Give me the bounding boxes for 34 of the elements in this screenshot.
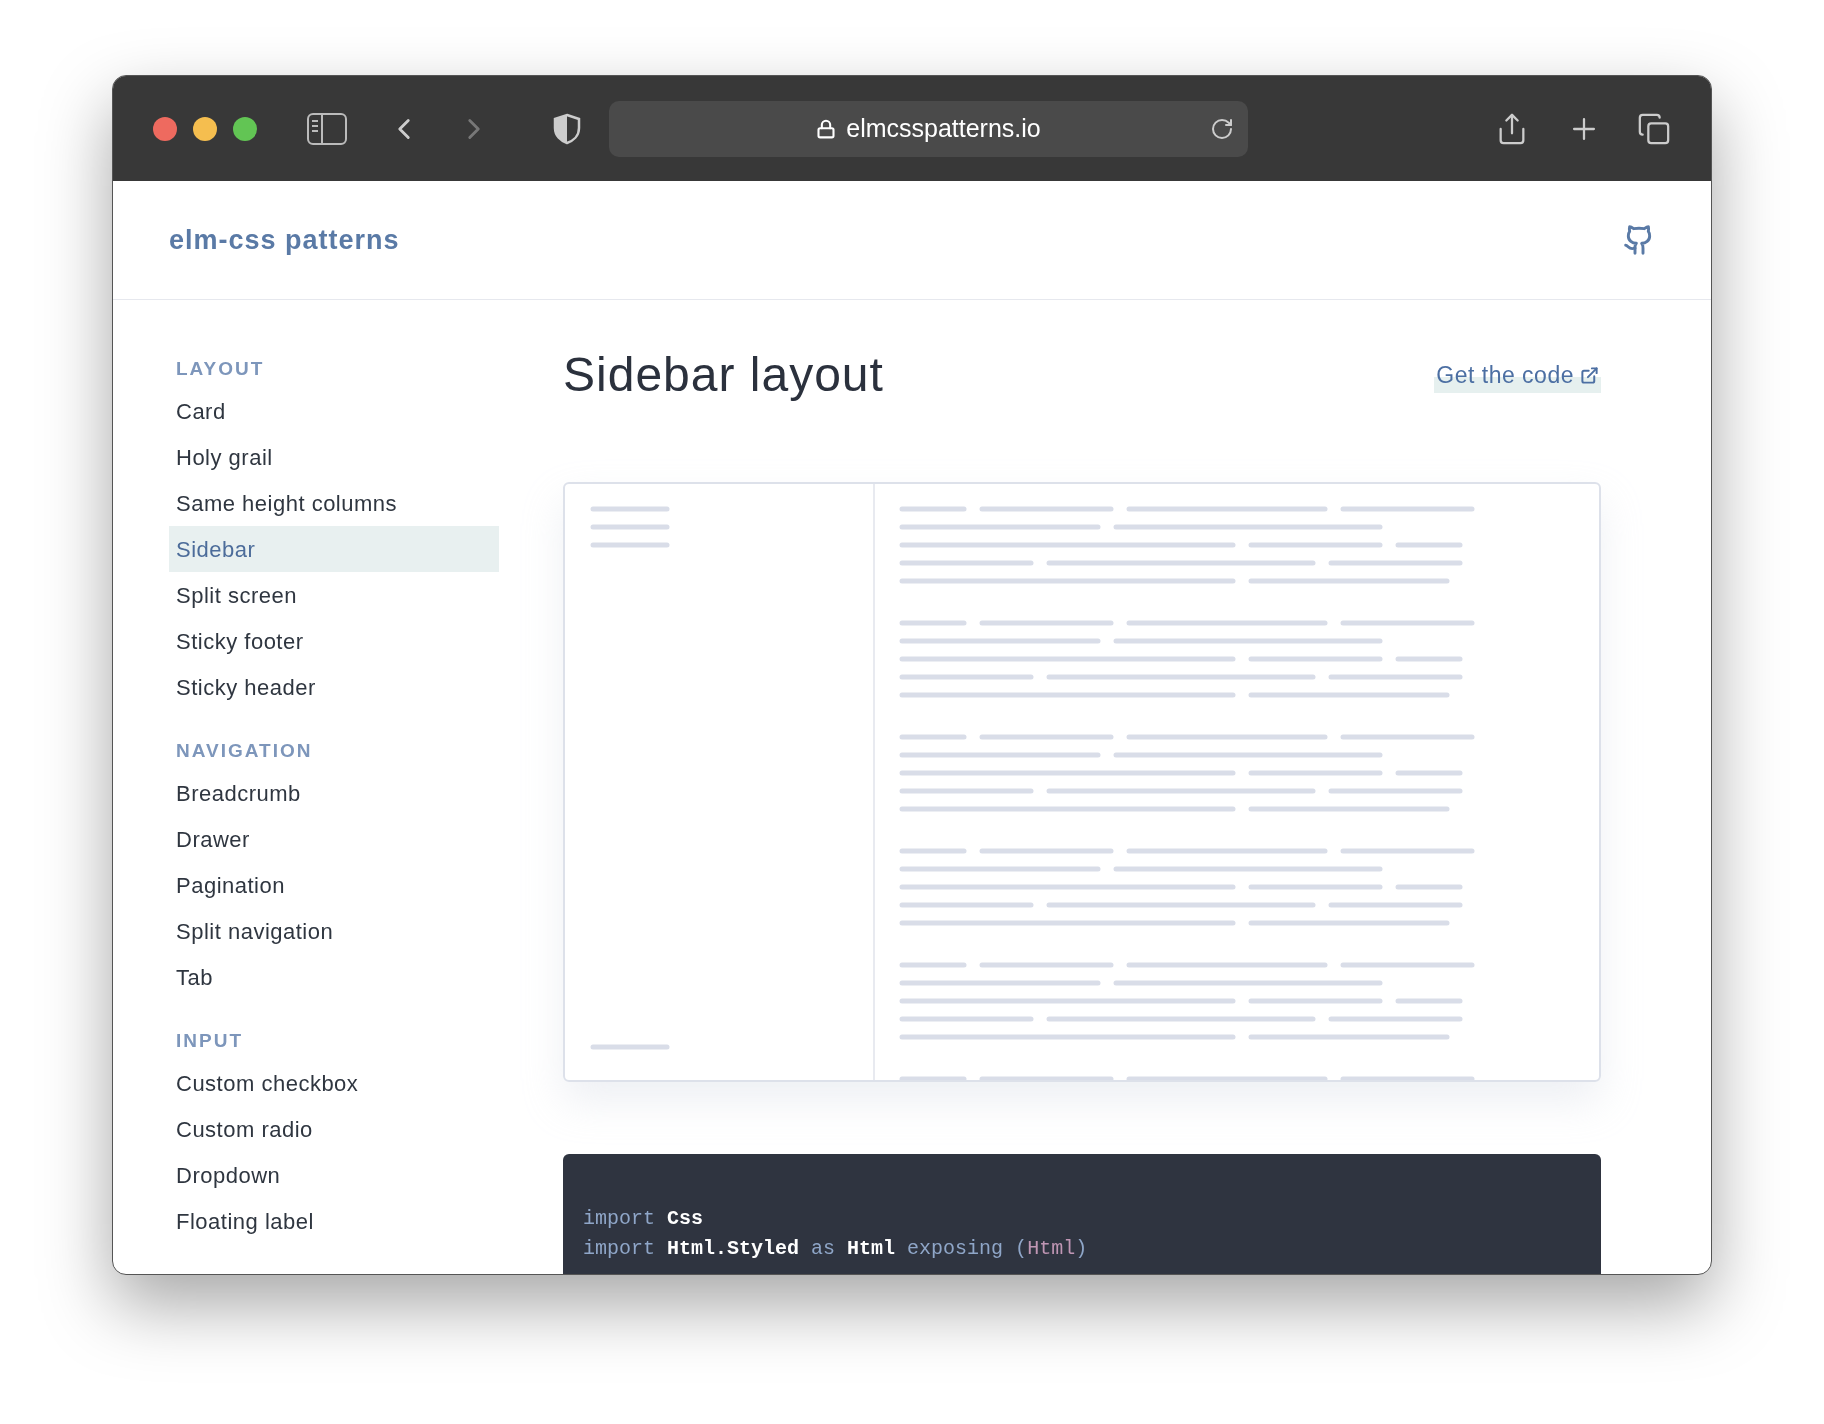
page-title: Sidebar layout xyxy=(563,347,884,403)
sidebar-item[interactable]: Sticky footer xyxy=(169,618,499,664)
sidebar-item[interactable]: Drawer xyxy=(169,816,499,862)
sidebar-item[interactable]: Breadcrumb xyxy=(169,770,499,816)
close-window-button[interactable] xyxy=(153,116,177,141)
lock-icon xyxy=(816,118,837,139)
section-heading: NAVIGATION xyxy=(175,739,314,763)
sidebar-item[interactable]: Dropdown xyxy=(169,1152,499,1198)
shield-icon[interactable] xyxy=(553,112,581,145)
tabs-overview-icon[interactable] xyxy=(1637,111,1671,146)
address-bar[interactable]: elmcsspatterns.io xyxy=(609,100,1248,157)
reload-icon[interactable] xyxy=(1210,116,1234,141)
site-title[interactable]: elm-css patterns xyxy=(169,219,400,261)
code-line: import Css xyxy=(583,1206,705,1232)
sidebar-item[interactable]: Sidebar xyxy=(169,526,499,572)
sidebar-item[interactable]: Custom checkbox xyxy=(169,1060,499,1106)
code-line: import Html.Styled as Html exposing (Html) xyxy=(583,1236,1089,1262)
section-heading: INPUT xyxy=(175,1029,244,1053)
section-heading: LAYOUT xyxy=(175,357,266,381)
sidebar-item[interactable]: Same height columns xyxy=(169,480,499,526)
minimize-window-button[interactable] xyxy=(193,116,217,141)
sidebar-item[interactable]: Tab xyxy=(169,954,499,1000)
sidebar-item[interactable]: Card xyxy=(169,388,499,434)
sidebar-toggle-icon[interactable] xyxy=(307,112,347,145)
sidebar-item[interactable]: Holy grail xyxy=(169,434,499,480)
sidebar-item[interactable]: Custom radio xyxy=(169,1106,499,1152)
sidebar-item[interactable]: Split navigation xyxy=(169,908,499,954)
external-link-icon xyxy=(1580,365,1599,385)
sidebar-item[interactable]: Pagination xyxy=(169,862,499,908)
sidebar-item[interactable]: Floating label xyxy=(169,1198,499,1244)
sidebar-item[interactable]: Split screen xyxy=(169,572,499,618)
maximize-window-button[interactable] xyxy=(233,116,257,141)
sidebar-item[interactable]: Sticky header xyxy=(169,664,499,710)
url-text: elmcsspatterns.io xyxy=(846,112,1041,144)
